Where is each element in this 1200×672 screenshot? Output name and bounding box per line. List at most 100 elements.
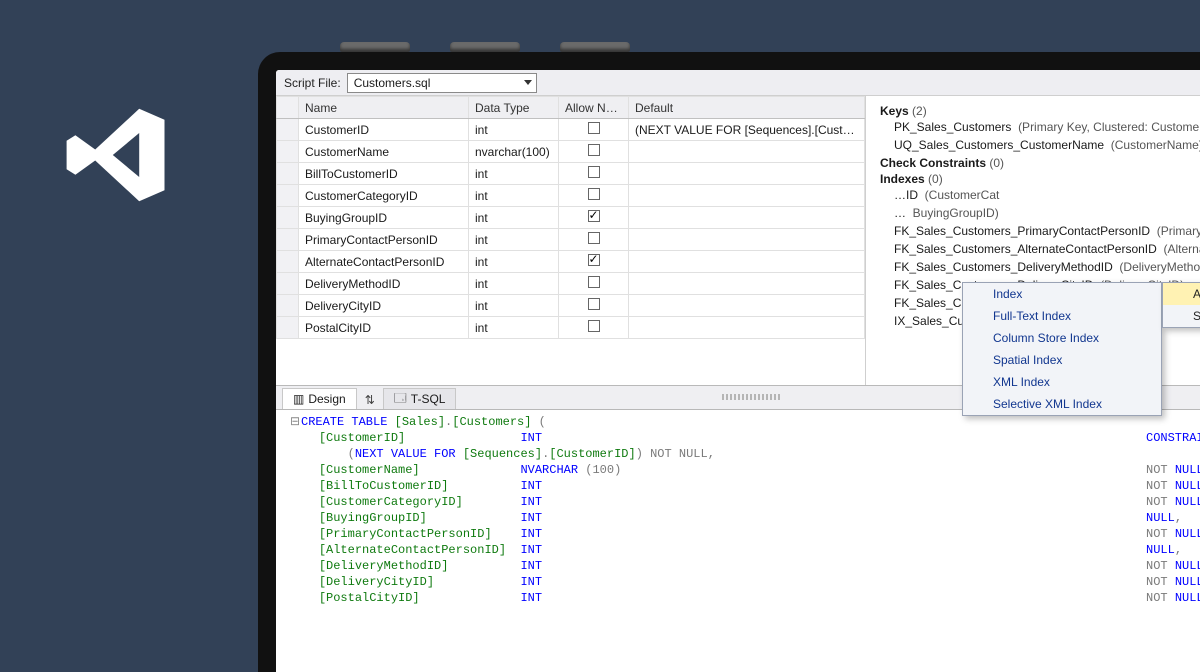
cell-allow-nulls[interactable] [559,141,629,163]
key-item[interactable]: PK_Sales_Customers (Primary Key, Cluster… [880,118,1200,136]
cell-allow-nulls[interactable] [559,185,629,207]
table-row[interactable]: CustomerNamenvarchar(100) [277,141,865,163]
checkbox-icon[interactable] [588,298,600,310]
table-row[interactable]: CustomerIDint (NEXT VALUE FOR [Sequences]… [277,119,865,141]
table-row[interactable]: DeliveryMethodIDint [277,273,865,295]
script-file-combo[interactable]: Customers.sql [347,73,537,93]
checkbox-icon[interactable] [588,166,600,178]
add-new-submenu[interactable]: Add NewSwitch to T-SQL Pane [1162,282,1200,328]
grid-header-nulls[interactable]: Allow Nulls [559,97,629,119]
cell-type[interactable]: int [469,119,559,141]
table-row[interactable]: AlternateContactPersonIDint [277,251,865,273]
table-row[interactable]: CustomerCategoryIDint [277,185,865,207]
cell-default[interactable] [629,185,865,207]
cell-default[interactable]: (NEXT VALUE FOR [Sequences].[CustomerID]… [629,119,865,141]
swap-panes-icon[interactable]: ⇅ [359,391,381,409]
row-header[interactable] [277,163,299,185]
row-header[interactable] [277,119,299,141]
cell-name[interactable]: DeliveryMethodID [299,273,469,295]
menu-item[interactable]: Switch to T-SQL Pane [1163,305,1200,327]
fk-item[interactable]: …ID (CustomerCat [880,186,1200,204]
cell-name[interactable]: CustomerID [299,119,469,141]
grid-header-type[interactable]: Data Type [469,97,559,119]
index-type-context-menu[interactable]: IndexFull-Text IndexColumn Store IndexSp… [962,282,1162,416]
cell-type[interactable]: int [469,229,559,251]
cell-default[interactable] [629,229,865,251]
table-row[interactable]: BillToCustomerIDint [277,163,865,185]
cell-type[interactable]: int [469,163,559,185]
cell-default[interactable] [629,207,865,229]
cell-type[interactable]: nvarchar(100) [469,141,559,163]
menu-item[interactable]: Selective XML Index [963,393,1161,415]
cell-type[interactable]: int [469,251,559,273]
cell-name[interactable]: BuyingGroupID [299,207,469,229]
cell-name[interactable]: CustomerCategoryID [299,185,469,207]
checkbox-icon[interactable] [588,122,600,134]
row-header[interactable] [277,273,299,295]
row-header[interactable] [277,185,299,207]
fk-item[interactable]: FK_Sales_Customers_AlternateContactPerso… [880,240,1200,258]
grid-header-default[interactable]: Default [629,97,865,119]
cell-default[interactable] [629,317,865,339]
menu-item[interactable]: Spatial Index [963,349,1161,371]
cell-allow-nulls[interactable] [559,251,629,273]
menu-item[interactable]: Full-Text Index [963,305,1161,327]
cell-type[interactable]: int [469,273,559,295]
cell-allow-nulls[interactable] [559,273,629,295]
cell-name[interactable]: DeliveryCityID [299,295,469,317]
cell-allow-nulls[interactable] [559,163,629,185]
row-header[interactable] [277,295,299,317]
row-header[interactable] [277,141,299,163]
cell-name[interactable]: PrimaryContactPersonID [299,229,469,251]
table-row[interactable]: DeliveryCityIDint [277,295,865,317]
cell-default[interactable] [629,295,865,317]
cell-type[interactable]: int [469,317,559,339]
checkbox-icon[interactable] [588,144,600,156]
fk-item[interactable]: FK_Sales_Customers_DeliveryMethodID (Del… [880,258,1200,276]
grid-header-name[interactable]: Name [299,97,469,119]
columns-grid[interactable]: Name Data Type Allow Nulls Default Custo… [276,96,866,385]
cell-type[interactable]: int [469,295,559,317]
cell-name[interactable]: CustomerName [299,141,469,163]
row-header[interactable] [277,229,299,251]
menu-item[interactable]: XML Index [963,371,1161,393]
cell-type[interactable]: int [469,207,559,229]
visual-studio-logo-icon [60,100,170,210]
row-header[interactable] [277,207,299,229]
checkbox-icon[interactable] [588,320,600,332]
cell-name[interactable]: AlternateContactPersonID [299,251,469,273]
cell-default[interactable] [629,163,865,185]
cell-type[interactable]: int [469,185,559,207]
cell-allow-nulls[interactable] [559,229,629,251]
menu-item[interactable]: Column Store Index [963,327,1161,349]
row-header[interactable] [277,317,299,339]
design-tab[interactable]: ▥ Design [282,388,357,409]
menu-item[interactable]: Add New [1163,283,1200,305]
cell-allow-nulls[interactable] [559,119,629,141]
cell-default[interactable] [629,273,865,295]
checkbox-icon[interactable] [588,188,600,200]
tsql-tab[interactable]: 🗔 T-SQL [383,388,457,409]
cell-name[interactable]: PostalCityID [299,317,469,339]
cell-default[interactable] [629,141,865,163]
key-item[interactable]: UQ_Sales_Customers_CustomerName (Custome… [880,136,1200,154]
cell-allow-nulls[interactable] [559,295,629,317]
table-row[interactable]: PrimaryContactPersonIDint [277,229,865,251]
cell-allow-nulls[interactable] [559,317,629,339]
checkbox-icon[interactable] [588,254,600,266]
table-row[interactable]: PostalCityIDint [277,317,865,339]
checkbox-icon[interactable] [588,232,600,244]
row-header[interactable] [277,251,299,273]
table-row[interactable]: BuyingGroupIDint [277,207,865,229]
cell-name[interactable]: BillToCustomerID [299,163,469,185]
fk-item[interactable]: FK_Sales_Customers_PrimaryContactPersonI… [880,222,1200,240]
checkbox-icon[interactable] [588,276,600,288]
menu-item[interactable]: Index [963,283,1161,305]
cell-allow-nulls[interactable] [559,207,629,229]
checkbox-icon[interactable] [588,210,600,222]
fk-item[interactable]: … BuyingGroupID) [880,204,1200,222]
layout-icon: ▥ [293,392,304,406]
cell-default[interactable] [629,251,865,273]
splitter-grip[interactable] [722,394,782,400]
tsql-code-pane[interactable]: ⊟CREATE TABLE [Sales].[Customers] ( [Cus… [276,410,1200,630]
